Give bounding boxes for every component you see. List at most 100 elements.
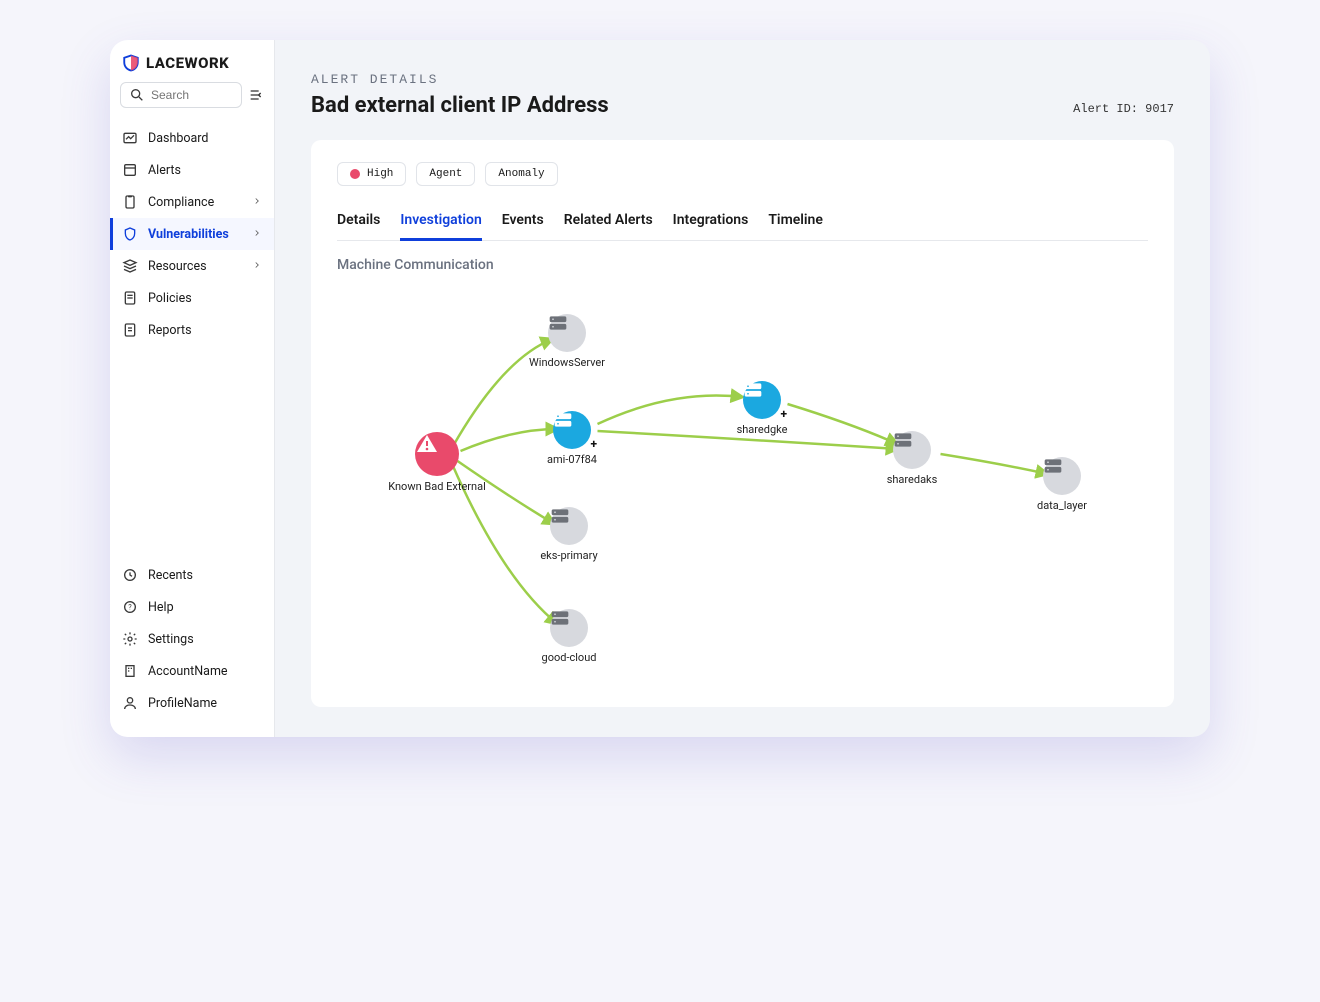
sidebar-item-label: Settings xyxy=(148,632,194,647)
chip-row: High Agent Anomaly xyxy=(337,162,1148,186)
chevron-right-icon xyxy=(252,259,262,274)
breadcrumb: ALERT DETAILS xyxy=(311,72,1174,87)
sidebar-item-help[interactable]: ? Help xyxy=(110,591,274,623)
app-window: LACEWORK Dashboard Alerts Compliance xyxy=(110,40,1210,737)
severity-dot-icon xyxy=(350,169,360,179)
sidebar-item-label: Help xyxy=(148,600,174,615)
sidebar-item-label: Policies xyxy=(148,291,192,306)
clock-icon xyxy=(122,567,138,583)
secondary-nav: Recents ? Help Settings AccountName Prof… xyxy=(110,555,274,719)
graph-node-good-cloud[interactable]: good-cloud xyxy=(514,609,624,664)
expand-plus-icon[interactable]: + xyxy=(590,437,597,451)
chevron-right-icon xyxy=(252,227,262,242)
sidebar-item-resources[interactable]: Resources xyxy=(110,250,274,282)
sidebar-item-compliance[interactable]: Compliance xyxy=(110,186,274,218)
sidebar-item-dashboard[interactable]: Dashboard xyxy=(110,122,274,154)
graph-node-label: data_layer xyxy=(1037,499,1087,512)
server-icon xyxy=(893,431,931,469)
graph-node-label: sharedaks xyxy=(887,473,938,486)
sidebar-item-label: Resources xyxy=(148,259,207,274)
tab-investigation[interactable]: Investigation xyxy=(400,206,481,241)
tab-details[interactable]: Details xyxy=(337,206,380,241)
chip-severity[interactable]: High xyxy=(337,162,406,186)
user-icon xyxy=(122,695,138,711)
page-title: Bad external client IP Address xyxy=(311,93,609,118)
graph-node-label: Known Bad External xyxy=(388,480,486,493)
sidebar-item-label: ProfileName xyxy=(148,696,217,711)
building-icon xyxy=(122,663,138,679)
server-icon xyxy=(548,314,586,352)
graph-node-data-layer[interactable]: data_layer xyxy=(1007,457,1117,512)
server-icon xyxy=(550,507,588,545)
graph-node-sharedaks[interactable]: sharedaks xyxy=(857,431,967,486)
section-title: Machine Communication xyxy=(337,257,1148,273)
sidebar-item-label: Vulnerabilities xyxy=(148,227,229,242)
server-icon: + xyxy=(553,411,591,449)
graph-node-windows[interactable]: WindowsServer xyxy=(512,314,622,369)
sidebar-item-label: Recents xyxy=(148,568,193,583)
search-input[interactable] xyxy=(151,88,233,102)
sidebar-item-settings[interactable]: Settings xyxy=(110,623,274,655)
shield-logo-icon xyxy=(122,54,140,72)
sidebar-item-account[interactable]: AccountName xyxy=(110,655,274,687)
sidebar-item-vulnerabilities[interactable]: Vulnerabilities xyxy=(110,218,274,250)
sidebar-collapse-button[interactable] xyxy=(248,87,264,103)
sidebar-item-label: AccountName xyxy=(148,664,228,679)
communication-graph[interactable]: Known Bad External WindowsServer + ami-0… xyxy=(337,279,1148,679)
sidebar-item-recents[interactable]: Recents xyxy=(110,559,274,591)
help-icon: ? xyxy=(122,599,138,615)
tab-timeline[interactable]: Timeline xyxy=(768,206,823,241)
chip-type[interactable]: Anomaly xyxy=(485,162,557,186)
graph-node-known-bad[interactable]: Known Bad External xyxy=(382,432,492,493)
sidebar-item-alerts[interactable]: Alerts xyxy=(110,154,274,186)
primary-nav: Dashboard Alerts Compliance Vulnerabilit… xyxy=(110,118,274,346)
graph-node-label: good-cloud xyxy=(542,651,597,664)
server-icon xyxy=(1043,457,1081,495)
alert-triangle-icon xyxy=(415,432,459,476)
sidebar-item-reports[interactable]: Reports xyxy=(110,314,274,346)
graph-node-label: eks-primary xyxy=(540,549,597,562)
graph-node-eks[interactable]: eks-primary xyxy=(514,507,624,562)
sidebar-item-profile[interactable]: ProfileName xyxy=(110,687,274,719)
sidebar-item-label: Alerts xyxy=(148,163,181,178)
tab-integrations[interactable]: Integrations xyxy=(673,206,749,241)
detail-card: High Agent Anomaly Details Investigation… xyxy=(311,140,1174,707)
chip-source[interactable]: Agent xyxy=(416,162,475,186)
tab-related-alerts[interactable]: Related Alerts xyxy=(564,206,653,241)
chip-label: Agent xyxy=(429,168,462,180)
tab-events[interactable]: Events xyxy=(502,206,544,241)
search-input-wrap[interactable] xyxy=(120,82,242,108)
resources-icon xyxy=(122,258,138,274)
tab-bar: Details Investigation Events Related Ale… xyxy=(337,206,1148,241)
search-icon xyxy=(129,87,145,103)
graph-node-label: sharedgke xyxy=(737,423,788,436)
brand-logo: LACEWORK xyxy=(110,54,274,82)
sidebar: LACEWORK Dashboard Alerts Compliance xyxy=(110,40,275,737)
collapse-icon xyxy=(248,87,264,103)
chip-label: High xyxy=(367,168,393,180)
alerts-icon xyxy=(122,162,138,178)
sidebar-item-label: Reports xyxy=(148,323,192,338)
expand-plus-icon[interactable]: + xyxy=(780,407,787,421)
policies-icon xyxy=(122,290,138,306)
graph-node-ami[interactable]: + ami-07f84 xyxy=(517,411,627,466)
svg-text:?: ? xyxy=(128,603,132,612)
server-icon xyxy=(550,609,588,647)
chevron-right-icon xyxy=(252,195,262,210)
shield-icon xyxy=(122,226,138,242)
sidebar-item-label: Compliance xyxy=(148,195,214,210)
graph-node-label: WindowsServer xyxy=(529,356,605,369)
chip-label: Anomaly xyxy=(498,168,544,180)
graph-node-sharedgke[interactable]: + sharedgke xyxy=(707,381,817,436)
brand-name: LACEWORK xyxy=(146,54,229,72)
server-icon: + xyxy=(743,381,781,419)
graph-node-label: ami-07f84 xyxy=(547,453,597,466)
dashboard-icon xyxy=(122,130,138,146)
alert-id-label: Alert ID: 9017 xyxy=(1073,102,1174,116)
gear-icon xyxy=(122,631,138,647)
sidebar-item-label: Dashboard xyxy=(148,131,208,146)
main-content: ALERT DETAILS Bad external client IP Add… xyxy=(275,40,1210,737)
compliance-icon xyxy=(122,194,138,210)
reports-icon xyxy=(122,322,138,338)
sidebar-item-policies[interactable]: Policies xyxy=(110,282,274,314)
